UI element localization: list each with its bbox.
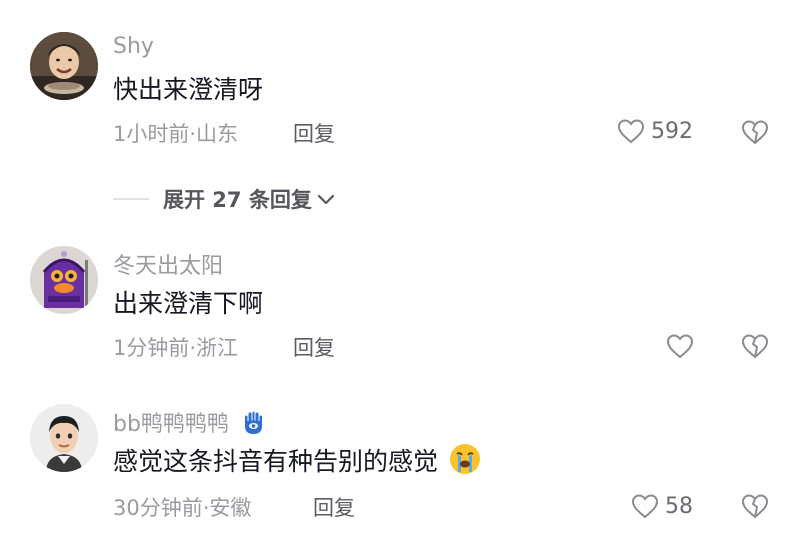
avatar[interactable]	[30, 32, 98, 100]
reply-button[interactable]: 回复	[293, 118, 335, 148]
comment-time-location: 30分钟前·安徽	[113, 496, 252, 520]
dislike-button[interactable]	[740, 332, 770, 362]
dislike-button[interactable]	[740, 492, 770, 522]
comment-username[interactable]: bb鸭鸭鸭鸭	[113, 406, 266, 438]
crying-face-emoji-icon	[449, 444, 480, 474]
broken-heart-icon	[742, 334, 768, 358]
memoji-avatar-icon	[30, 404, 98, 472]
comment-time-location: 1小时前·山东	[113, 122, 239, 146]
broken-heart-icon	[742, 494, 768, 518]
reply-button[interactable]: 回复	[313, 492, 355, 522]
heart-outline-icon	[666, 334, 694, 359]
expand-replies-label: 展开 27 条回复	[163, 188, 312, 212]
comment-username[interactable]: 冬天出太阳	[113, 248, 223, 280]
comment-username-text: bb鸭鸭鸭鸭	[113, 412, 229, 437]
divider	[113, 198, 149, 200]
hamsa-hand-icon	[244, 411, 262, 434]
like-button[interactable]: 592	[617, 118, 693, 144]
dislike-button[interactable]	[740, 118, 770, 148]
like-button[interactable]	[666, 333, 694, 359]
like-count: 592	[651, 118, 693, 144]
avatar[interactable]	[30, 246, 98, 314]
broken-heart-icon	[742, 120, 768, 144]
purple-cartoon-avatar-icon	[30, 246, 98, 314]
comment-text: 感觉这条抖音有种告别的感觉	[113, 442, 482, 478]
child-photo-avatar-icon	[30, 32, 98, 100]
reply-button[interactable]: 回复	[293, 332, 335, 362]
comment-text: 快出来澄清呀	[113, 75, 264, 104]
comment-time-location: 1分钟前·浙江	[113, 336, 239, 360]
expand-replies-button[interactable]: 展开 27 条回复	[113, 184, 336, 214]
heart-outline-icon	[631, 494, 659, 519]
like-count: 58	[665, 493, 693, 519]
comment-text: 出来澄清下啊	[113, 289, 264, 318]
avatar[interactable]	[30, 404, 98, 472]
heart-outline-icon	[617, 119, 645, 144]
comment-username[interactable]: Shy	[113, 34, 154, 59]
like-button[interactable]: 58	[631, 493, 693, 519]
chevron-down-icon	[317, 194, 334, 205]
comment-text-content: 感觉这条抖音有种告别的感觉	[113, 447, 439, 476]
